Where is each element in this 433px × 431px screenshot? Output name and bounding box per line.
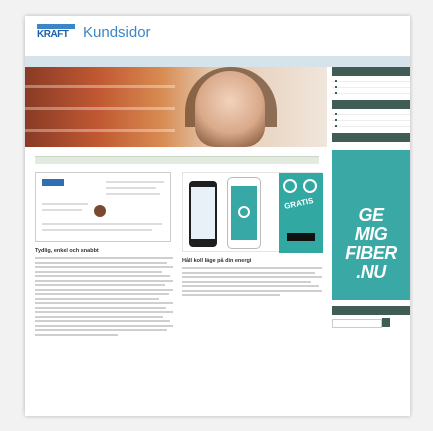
- sidebar-search-title: [332, 306, 410, 315]
- fiber-ad-line: .NU: [356, 262, 386, 282]
- invoice-line: [42, 203, 88, 205]
- invoice-line: [106, 187, 156, 189]
- app-promo-panel: GRATIS: [279, 173, 323, 253]
- mid-article-text: [182, 267, 322, 296]
- site-title: Kundsidor: [83, 24, 151, 41]
- welcome-bar: [35, 156, 319, 164]
- sidebar-box3-title: [332, 133, 410, 142]
- invoice-image: [35, 172, 171, 242]
- fiber-ad-line: MIG: [354, 224, 388, 244]
- sidebar-box2-title: [332, 100, 410, 109]
- app-promo-image: GRATIS: [182, 172, 323, 253]
- sidebar-link[interactable]: [332, 121, 410, 127]
- mid-article-heading: Håll koll läge på din energi: [182, 258, 252, 264]
- search-button[interactable]: [382, 318, 390, 327]
- main-nav: [25, 56, 410, 67]
- sidebar-search-input[interactable]: [332, 319, 382, 328]
- sidebar: GE MIG FIBER .NU: [332, 67, 410, 333]
- left-article-heading: Tydlig, enkel och snabbt: [35, 248, 99, 254]
- header: KRAFT Kundsidor: [25, 16, 410, 56]
- sidebar-link[interactable]: [332, 88, 410, 94]
- invoice-line: [42, 223, 162, 225]
- hero-shelf: [25, 107, 175, 110]
- invoice-line: [106, 193, 160, 195]
- invoice-line: [42, 229, 152, 231]
- app-store-badge[interactable]: [287, 233, 315, 241]
- phone-image: [227, 177, 261, 249]
- hero-shelf: [25, 85, 175, 88]
- invoice-logo: [42, 179, 64, 186]
- app-icon: [303, 179, 317, 193]
- fiber-ad-line: FIBER: [345, 243, 397, 263]
- invoice-line: [42, 209, 82, 211]
- invoice-line: [106, 181, 164, 183]
- mid-article: GRATIS Håll koll läge på din energi: [182, 172, 323, 300]
- gratis-label: GRATIS: [283, 196, 315, 211]
- left-article: Tydlig, enkel och snabbt: [35, 172, 173, 338]
- logo-wordmark: KRAFT: [37, 29, 69, 40]
- hero-shelf: [25, 129, 175, 132]
- phone-image: [189, 181, 217, 247]
- sidebar-box1-title: [332, 67, 410, 76]
- brand-logo[interactable]: KRAFT: [37, 24, 75, 40]
- invoice-avatar: [94, 205, 106, 217]
- hero-person-face: [195, 71, 265, 147]
- app-icon: [283, 179, 297, 193]
- left-article-text: [35, 257, 173, 336]
- hero-banner: [25, 67, 327, 147]
- page: KRAFT Kundsidor Tydlig, enkel och snabbt…: [25, 16, 410, 416]
- fiber-ad-line: GE: [358, 205, 384, 225]
- fiber-ad-banner[interactable]: GE MIG FIBER .NU: [332, 150, 410, 300]
